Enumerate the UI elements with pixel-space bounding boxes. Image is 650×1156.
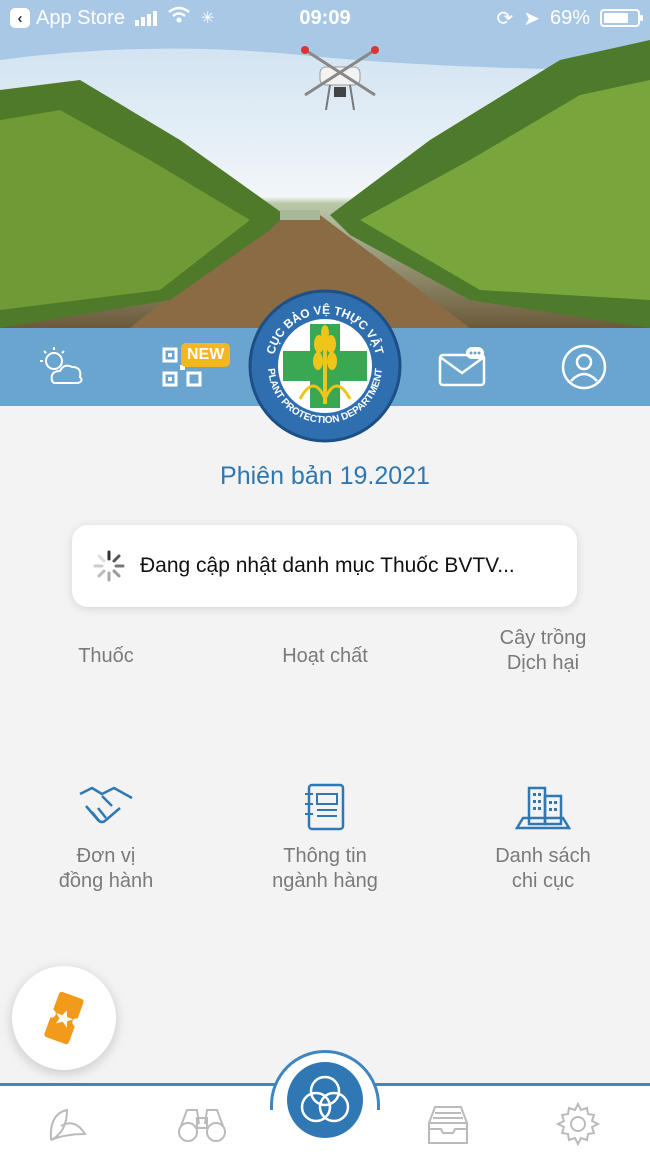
profile-icon[interactable]	[558, 342, 610, 392]
grid-label-line1: Thông tin	[283, 845, 367, 867]
handshake-icon	[76, 780, 136, 834]
grid-label-line1: Danh sách	[495, 845, 591, 867]
grid-label-line2: đồng hành	[58, 870, 154, 892]
binoculars-icon	[178, 1109, 226, 1142]
grid-label-line2: chi cục	[511, 870, 575, 892]
spinner-icon	[93, 550, 125, 582]
rotation-lock-icon: ⟳	[496, 7, 514, 30]
leaf-icon	[49, 1108, 87, 1141]
nav-leaf[interactable]	[38, 1100, 98, 1148]
notebook-icon	[295, 780, 355, 834]
back-to-app-label[interactable]: App Store	[36, 7, 125, 30]
loading-toast: Đang cập nhật danh mục Thuốc BVTV...	[72, 525, 577, 607]
grid-label: Thuốc	[78, 645, 134, 667]
nav-binoculars[interactable]	[172, 1100, 232, 1148]
status-bar: ‹ App Store ✳ 09:09 ⟳ ➤ 69%	[0, 0, 650, 36]
grid-item-thong-tin[interactable]: Thông tin ngành hàng	[225, 780, 425, 894]
loading-spinner-icon: ✳	[200, 10, 215, 27]
wifi-icon	[167, 6, 191, 30]
battery-icon	[600, 9, 643, 27]
weather-icon[interactable]	[36, 342, 88, 392]
grid-label-line2: ngành hàng	[272, 870, 378, 892]
ticket-icon	[44, 991, 84, 1045]
version-label: Phiên bản 19.2021	[220, 462, 430, 490]
ticket-button[interactable]	[12, 966, 116, 1070]
department-logo: CỤC BẢO VỆ THỰC VẬT PLANT PROTECTION DEP…	[248, 289, 402, 443]
grid-label-line1: Cây trồng	[499, 627, 587, 649]
battery-percent: 69%	[549, 6, 590, 29]
grid-label: Hoạt chất	[282, 645, 368, 667]
gear-icon	[555, 1101, 601, 1147]
inbox-icon	[428, 1106, 468, 1144]
buildings-icon	[513, 780, 573, 834]
home-circles-icon	[300, 1075, 350, 1123]
nav-home-button[interactable]	[287, 1062, 363, 1138]
grid-item-don-vi[interactable]: Đơn vị đồng hành	[6, 780, 206, 894]
message-icon[interactable]	[436, 342, 488, 392]
hero-image	[0, 0, 650, 328]
signal-icon	[134, 10, 157, 26]
grid-label-line2: Dịch hại	[506, 652, 580, 674]
back-chevron-icon[interactable]: ‹	[10, 8, 30, 28]
toast-message: Đang cập nhật danh mục Thuốc BVTV...	[140, 554, 515, 577]
grid-label-line1: Đơn vị	[76, 845, 136, 867]
nav-inbox[interactable]	[418, 1100, 478, 1148]
new-badge: NEW	[181, 343, 231, 367]
location-arrow-icon: ➤	[523, 7, 540, 30]
nav-settings[interactable]	[548, 1100, 608, 1148]
grid-item-danh-sach[interactable]: Danh sách chi cục	[443, 780, 643, 894]
